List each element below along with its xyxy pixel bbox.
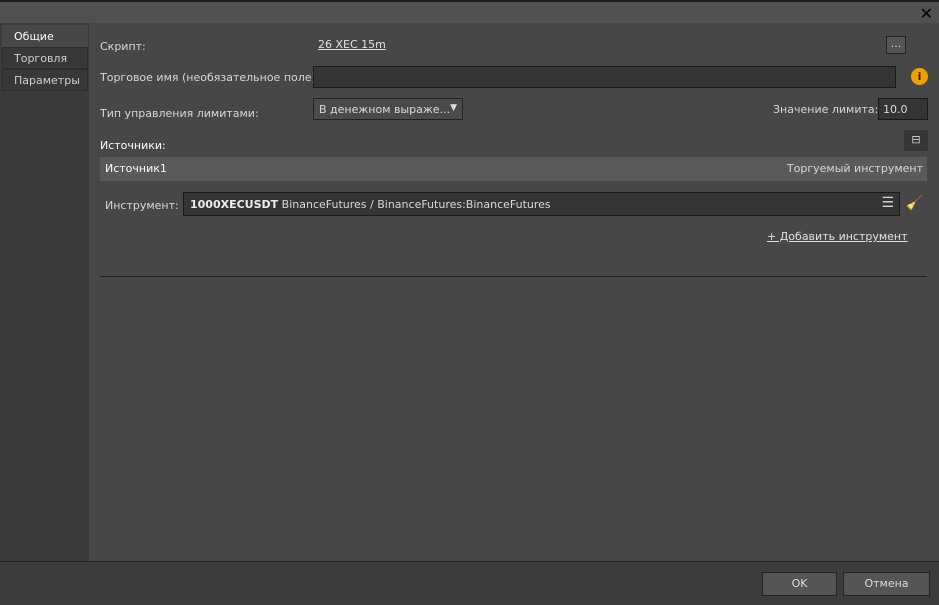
script-link[interactable]: 26 XEC 15m: [318, 38, 386, 51]
script-label: Скрипт:: [100, 40, 146, 53]
source-header: Источник1 Торгуемый инструмент: [100, 157, 927, 181]
title-bar: ✕: [0, 2, 939, 23]
sidebar: Общие Торговля Параметры: [0, 23, 89, 561]
limit-value-label: Значение лимита:: [773, 103, 879, 116]
add-instrument-label: + Добавить инструмент: [767, 230, 908, 243]
broom-icon[interactable]: 🧹: [906, 195, 923, 211]
source-type: Торгуемый инструмент: [786, 162, 923, 175]
limit-type-value: В денежном выраже...: [319, 103, 451, 116]
ok-button[interactable]: OK: [762, 572, 837, 596]
cancel-button[interactable]: Отмена: [843, 572, 930, 596]
tab-general[interactable]: Общие: [2, 25, 88, 47]
browse-script-button[interactable]: ...: [886, 36, 906, 54]
list-icon[interactable]: ☰: [881, 195, 894, 211]
limit-value-input[interactable]: 10.0: [878, 98, 928, 120]
trade-name-input[interactable]: [313, 66, 896, 88]
dialog-footer: OK Отмена: [0, 561, 939, 605]
add-source-icon[interactable]: ⊟: [904, 130, 928, 151]
limit-type-label: Тип управления лимитами:: [100, 107, 259, 120]
instrument-exchange: BinanceFutures / BinanceFutures:BinanceF…: [278, 198, 551, 211]
trade-name-label: Торговое имя (необязательное поле):: [100, 71, 320, 84]
sources-label: Источники:: [100, 139, 166, 152]
limit-type-dropdown[interactable]: В денежном выраже... ▼: [313, 98, 463, 120]
general-panel: Скрипт: 26 XEC 15m ... Торговое имя (нео…: [89, 23, 939, 561]
instrument-symbol: 1000XECUSDT: [190, 198, 279, 211]
chevron-down-icon: ▼: [450, 103, 457, 113]
tab-parameters[interactable]: Параметры: [2, 69, 88, 91]
close-icon[interactable]: ✕: [920, 4, 933, 23]
instrument-input[interactable]: 1000XECUSDT BinanceFutures / BinanceFutu…: [183, 192, 900, 216]
tab-trading[interactable]: Торговля: [2, 47, 88, 69]
info-icon[interactable]: i: [911, 68, 928, 85]
source-block: Источник1 Торгуемый инструмент Инструмен…: [100, 157, 927, 277]
add-instrument-link[interactable]: + Добавить инструмент: [767, 230, 908, 243]
instrument-label: Инструмент:: [105, 199, 179, 212]
source-name: Источник1: [105, 162, 167, 175]
